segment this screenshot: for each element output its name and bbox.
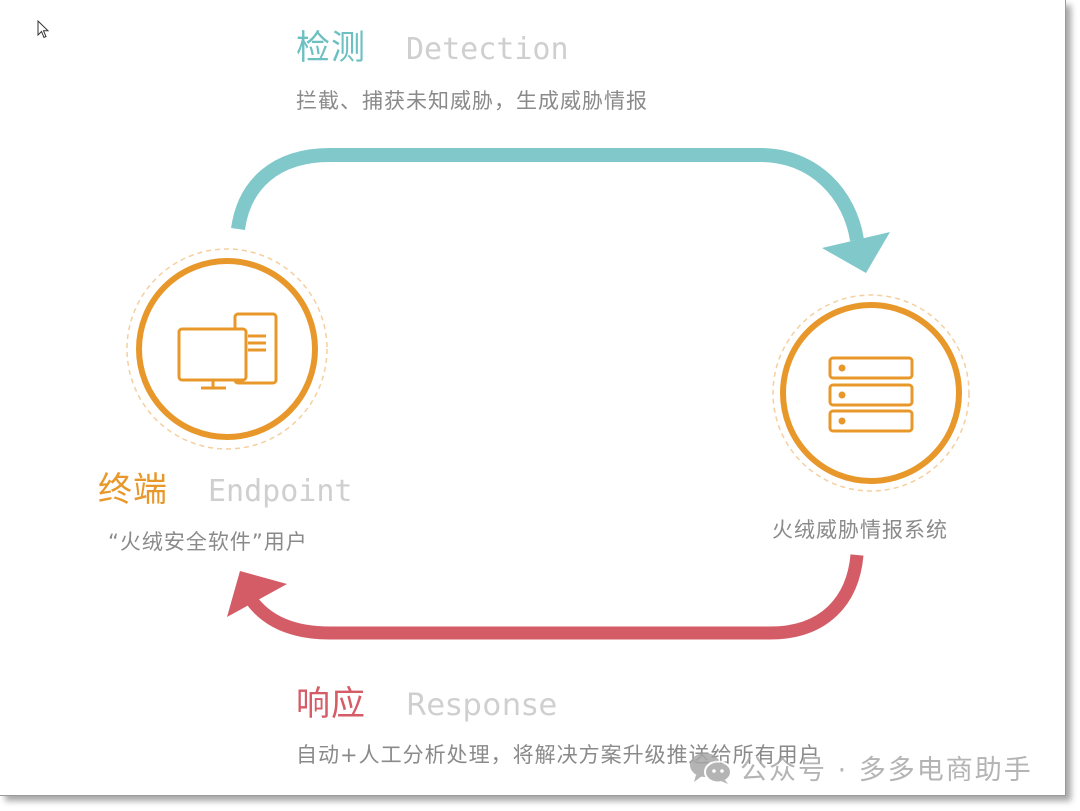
endpoint-heading: 终端 Endpoint <box>98 462 353 511</box>
detection-title-cn: 检测 <box>296 28 366 68</box>
response-title-en: Response <box>406 688 559 723</box>
detection-heading: 检测 Detection <box>296 20 569 69</box>
wechat-icon <box>690 752 732 784</box>
watermark: 公众号 · 多多电商助手 <box>688 748 1033 787</box>
endpoint-title-cn: 终端 <box>98 470 168 510</box>
endpoint-description: “火绒安全软件”用户 <box>108 530 308 554</box>
endpoint-title-en: Endpoint <box>208 474 353 509</box>
mouse-cursor-icon <box>37 20 50 39</box>
response-title-cn: 响应 <box>296 684 366 724</box>
system-node <box>772 294 970 492</box>
system-description: 火绒威胁情报系统 <box>772 518 948 542</box>
detection-description: 拦截、捕获未知威胁，生成威胁情报 <box>296 89 648 113</box>
response-heading: 响应 Response <box>296 676 558 725</box>
response-arrow-path <box>244 554 864 640</box>
endpoint-node <box>126 248 328 450</box>
system-ring <box>780 302 962 484</box>
detection-arrow-path <box>231 148 864 242</box>
detection-title-en: Detection <box>406 32 569 67</box>
watermark-text: 公众号 · 多多电商助手 <box>740 755 1033 786</box>
